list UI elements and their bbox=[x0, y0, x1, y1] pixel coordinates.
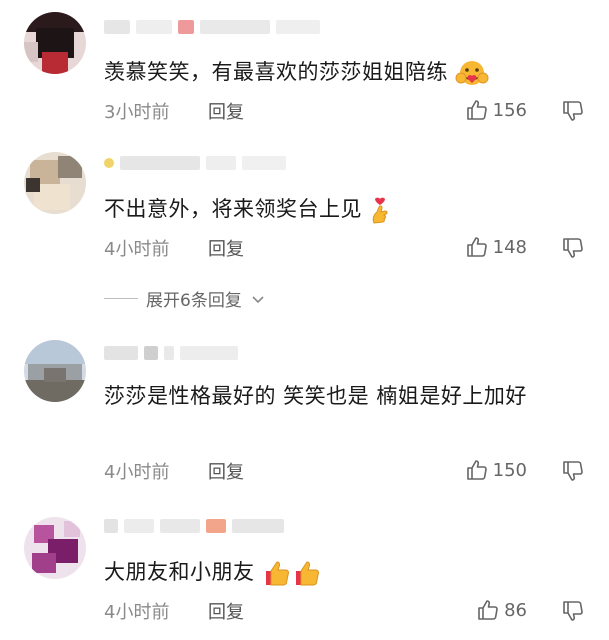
thumbs-down-icon bbox=[563, 238, 583, 258]
comment-text: 莎莎是性格最好的 笑笑也是 楠姐是好上加好 bbox=[104, 384, 527, 408]
hug-emoji bbox=[455, 61, 489, 85]
reply-button[interactable]: 回复 bbox=[208, 98, 244, 124]
thumbs-up-emoji bbox=[295, 561, 319, 586]
thumbs-down-icon bbox=[563, 601, 583, 621]
like-button[interactable]: 148 bbox=[465, 235, 527, 259]
thumbs-up-icon bbox=[466, 100, 487, 120]
dislike-button[interactable] bbox=[561, 459, 585, 483]
thumbs-up-icon bbox=[478, 600, 498, 620]
like-button[interactable]: 156 bbox=[465, 98, 527, 122]
thumbs-up-icon bbox=[466, 460, 487, 480]
like-count: 150 bbox=[492, 459, 527, 481]
username-blurred[interactable] bbox=[104, 342, 238, 364]
like-button[interactable]: 150 bbox=[465, 458, 527, 482]
comment-meta: 4小时前 回复 148 bbox=[104, 235, 585, 263]
reply-button[interactable]: 回复 bbox=[208, 458, 244, 484]
like-count: 156 bbox=[492, 99, 527, 121]
timestamp: 4小时前 bbox=[104, 602, 170, 623]
timestamp: 4小时前 bbox=[104, 462, 170, 483]
comment-meta: 3小时前 回复 156 bbox=[104, 98, 585, 126]
comment-item: 莎莎是性格最好的 笑笑也是 楠姐是好上加好 4小时前 回复 150 bbox=[0, 330, 609, 500]
chevron-down-icon bbox=[252, 295, 264, 303]
comment-meta: 4小时前 回复 86 bbox=[104, 598, 585, 626]
heart-fingers-emoji bbox=[372, 197, 388, 224]
like-count: 148 bbox=[492, 236, 527, 258]
avatar[interactable] bbox=[24, 517, 86, 579]
dislike-button[interactable] bbox=[561, 599, 585, 623]
timestamp: 4小时前 bbox=[104, 239, 170, 260]
comment-text: 大朋友和小朋友 bbox=[104, 555, 579, 590]
like-count: 86 bbox=[504, 599, 527, 621]
comment-item: 羡慕笑笑，有最喜欢的莎莎姐姐陪练 3小时前 回复 156 bbox=[0, 0, 609, 140]
thumbs-down-icon bbox=[563, 101, 583, 121]
reply-button[interactable]: 回复 bbox=[208, 598, 244, 624]
divider bbox=[104, 298, 138, 299]
avatar[interactable] bbox=[24, 12, 86, 74]
dislike-button[interactable] bbox=[561, 236, 585, 260]
expand-replies-button[interactable]: 展开6条回复 bbox=[104, 286, 266, 311]
like-button[interactable]: 86 bbox=[476, 598, 527, 622]
dislike-button[interactable] bbox=[561, 99, 585, 123]
avatar[interactable] bbox=[24, 152, 86, 214]
thumbs-up-emoji bbox=[265, 561, 289, 586]
username-blurred[interactable] bbox=[104, 152, 286, 174]
username-blurred[interactable] bbox=[104, 515, 284, 537]
thumbs-down-icon bbox=[563, 461, 583, 481]
comment-meta: 4小时前 回复 150 bbox=[104, 458, 585, 486]
reply-button[interactable]: 回复 bbox=[208, 235, 244, 261]
username-blurred[interactable] bbox=[104, 16, 320, 38]
timestamp: 3小时前 bbox=[104, 102, 170, 123]
comment-item: 不出意外，将来领奖台上见 4小时前 回复 148 bbox=[0, 140, 609, 320]
comment-text: 不出意外，将来领奖台上见 bbox=[104, 192, 579, 227]
comment-item: 大朋友和小朋友 4小时前 回复 86 bbox=[0, 505, 609, 640]
thumbs-up-icon bbox=[466, 237, 487, 257]
comment-text: 羡慕笑笑，有最喜欢的莎莎姐姐陪练 bbox=[104, 55, 579, 90]
avatar[interactable] bbox=[24, 340, 86, 402]
expand-replies-label: 展开6条回复 bbox=[146, 291, 242, 311]
